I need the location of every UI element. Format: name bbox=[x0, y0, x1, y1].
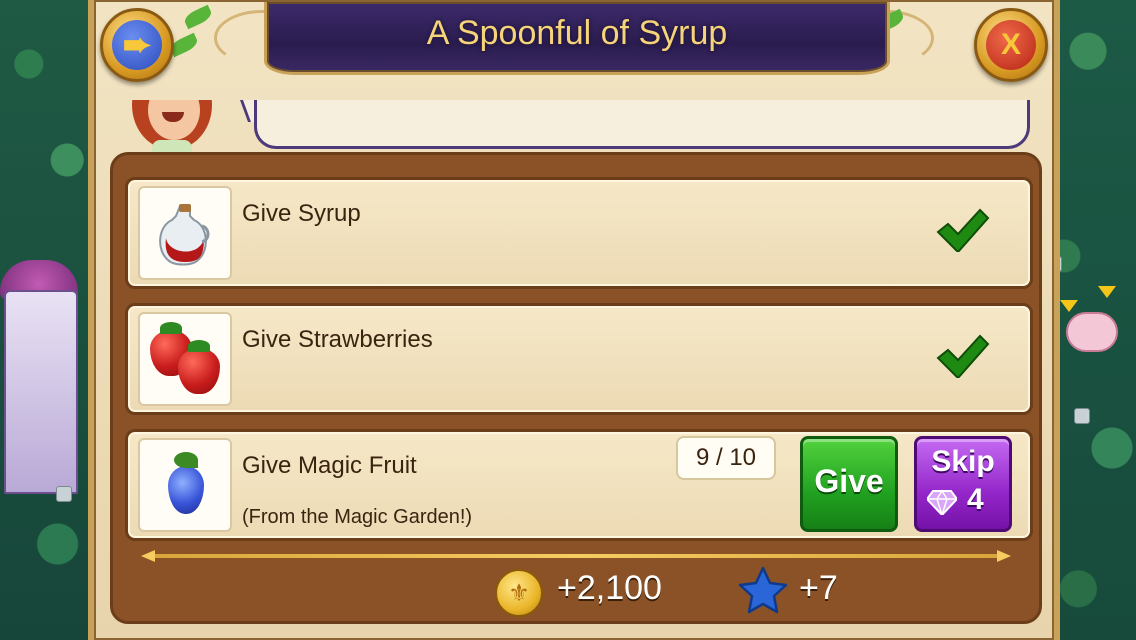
tower-building bbox=[4, 290, 78, 494]
back-button[interactable]: ➨ bbox=[100, 8, 174, 82]
marker-icon bbox=[1098, 286, 1116, 298]
pig-animal[interactable] bbox=[1066, 312, 1118, 352]
checkmark-icon bbox=[936, 334, 990, 378]
xp-reward: +7 bbox=[799, 569, 838, 607]
item-slot bbox=[138, 438, 232, 532]
skip-label: Skip bbox=[931, 445, 995, 478]
progress-counter: 9 / 10 bbox=[676, 436, 776, 480]
divider bbox=[141, 550, 1011, 562]
task-label: Give Syrup bbox=[242, 200, 361, 227]
close-button[interactable]: X bbox=[974, 8, 1048, 82]
speech-bubble bbox=[254, 100, 1030, 149]
syrup-bottle-icon bbox=[159, 204, 210, 266]
coin-reward: +2,100 bbox=[557, 569, 662, 607]
task-row-magic-fruit: Give Magic Fruit (From the Magic Garden!… bbox=[125, 429, 1033, 541]
skip-button[interactable]: Skip 4 bbox=[914, 436, 1012, 532]
task-subtitle: (From the Magic Garden!) bbox=[242, 506, 473, 528]
title-bar: A Spoonful of Syrup bbox=[264, 2, 890, 75]
task-row-syrup: Give Syrup bbox=[125, 177, 1033, 289]
bucket-icon[interactable] bbox=[1074, 408, 1090, 424]
game-world-left bbox=[0, 0, 96, 640]
close-icon: X bbox=[986, 20, 1036, 70]
quest-panel: Give Syrup Give Strawberries Give Magic … bbox=[110, 152, 1042, 624]
marker-icon bbox=[1060, 300, 1078, 312]
give-button[interactable]: Give bbox=[800, 436, 898, 532]
skip-cost: 4 bbox=[967, 483, 984, 516]
item-slot bbox=[138, 186, 232, 280]
task-label: Give Strawberries bbox=[242, 326, 433, 353]
item-slot bbox=[138, 312, 232, 406]
bucket-icon[interactable] bbox=[56, 486, 72, 502]
vine-leaf bbox=[182, 4, 214, 30]
back-arrow-icon: ➨ bbox=[112, 20, 162, 70]
character-avatar bbox=[132, 100, 212, 152]
gem-icon bbox=[927, 489, 957, 515]
task-row-strawberries: Give Strawberries bbox=[125, 303, 1033, 415]
task-label: Give Magic Fruit bbox=[242, 452, 417, 479]
quest-dialog: A Spoonful of Syrup ➨ X Give Syrup Give … bbox=[88, 0, 1060, 640]
coin-icon: ⚜ bbox=[495, 569, 543, 617]
checkmark-icon bbox=[936, 208, 990, 252]
magic-fruit-icon bbox=[168, 452, 204, 514]
star-icon bbox=[738, 566, 788, 614]
dialog-title: A Spoonful of Syrup bbox=[426, 14, 728, 52]
